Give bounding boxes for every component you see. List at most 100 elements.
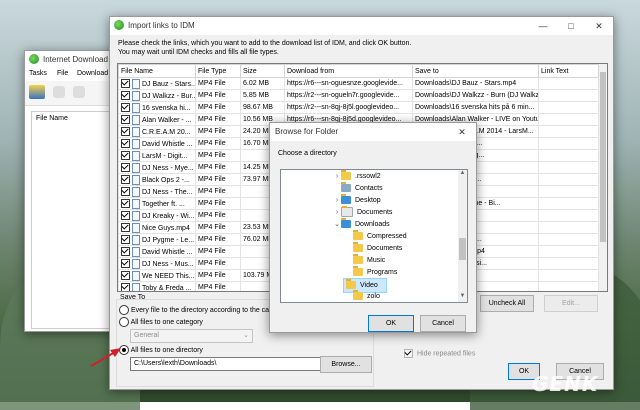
cell-text: 6.02 MB [243,80,270,87]
column-header-file-type[interactable]: File Type [195,64,241,78]
folder-tree-item-label: Downloads [355,221,390,228]
link-row[interactable]: 16 svenska hi... MP4 File 98.67 MB https://… [118,101,599,114]
size-cell: 98.67 MB [240,101,285,114]
row-checkbox[interactable] [121,91,130,100]
uncheck-all-button[interactable]: Uncheck All [480,295,534,312]
cell-text: Together ft. ... [142,200,185,208]
file-type-cell: MP4 File [195,113,241,126]
row-checkbox[interactable] [121,115,130,124]
directory-input[interactable]: C:\Users\lexth\Downloads\ [130,357,321,371]
row-checkbox[interactable] [121,211,130,220]
close-icon[interactable]: ✕ [448,123,476,141]
category-radio-icon[interactable] [119,317,129,327]
link-text-cell [538,281,599,291]
import-dialog-title: Import links to IDM [128,21,195,30]
scroll-down-arrow-icon[interactable]: ▼ [458,293,467,302]
column-header-download-from[interactable]: Download from [284,64,413,78]
every-file-radio-icon[interactable] [119,305,129,315]
link-text-cell [538,257,599,270]
file-type-cell: MP4 File [195,209,241,222]
file-icon [132,78,140,89]
minimize-icon[interactable]: — [529,17,557,35]
downloads-icon [341,218,351,229]
menu-download[interactable]: Download [77,70,108,77]
folder-tree-item-label: Contacts [355,185,383,192]
link-row[interactable]: DJ Walkzz - Bur... MP4 File 5.85 MB https:/… [118,89,599,102]
option-category-radio[interactable]: All files to one category [119,317,203,327]
row-checkbox[interactable] [121,199,130,208]
option-directory-radio[interactable]: All files to one directory [119,345,203,355]
row-checkbox[interactable] [121,175,130,184]
file-name-cell: DJ Bauz - Stars... [118,77,196,90]
row-checkbox[interactable] [121,247,130,256]
row-checkbox[interactable] [121,151,130,160]
file-icon [132,150,140,161]
contacts-icon [341,182,351,193]
cell-text: MP4 File [198,116,226,123]
cell-text: DJ Ness - The... [142,188,193,196]
links-list-scrollbar[interactable] [599,64,607,291]
browse-button[interactable]: Browse... [320,356,372,373]
row-checkbox[interactable] [121,259,130,268]
option-every-file-radio[interactable]: Every file to the directory according to… [119,305,271,315]
cell-text: https://r6---sn-oguesnze.googlevide... [287,80,403,87]
menu-file[interactable]: File [57,70,68,77]
stop-icon[interactable] [73,86,85,98]
file-type-cell: MP4 File [195,197,241,210]
links-list-scroll-thumb[interactable] [600,72,606,242]
add-url-icon[interactable] [29,85,45,99]
link-row[interactable]: DJ Bauz - Stars... MP4 File 6.02 MB https:/… [118,77,599,90]
folder-tree-item-label: Programs [367,269,398,276]
maximize-icon[interactable]: □ [557,17,585,35]
file-type-cell: MP4 File [195,149,241,162]
row-checkbox[interactable] [121,103,130,112]
size-cell: 5.85 MB [240,89,285,102]
browse-cancel-button[interactable]: Cancel [420,315,466,332]
option-directory-label: All files to one directory [130,346,203,354]
folder-tree-item-label: Documents [367,245,403,252]
row-checkbox[interactable] [121,223,130,232]
close-icon[interactable]: ✕ [585,17,613,35]
cell-text: MP4 File [198,176,226,183]
cell-text: Downloads\DJ Walkzz - Burn (DJ Walkzz R.… [415,92,538,99]
column-header-file-name[interactable]: File Name [118,64,196,78]
download-from-cell: https://r2---sn-ogueln7r.googlevide... [284,89,413,102]
hide-repeated-checkbox[interactable]: Hide repeated files [404,349,475,358]
idm-app-icon [29,54,39,64]
link-text-cell [538,161,599,174]
link-text-cell [538,221,599,234]
folder-tree-scroll-thumb[interactable] [459,238,466,260]
folder-tree-item-label: .rssowl2 [355,173,381,180]
folder-tree-scrollbar[interactable]: ▲ ▼ [458,170,467,302]
idm-app-icon [114,20,124,30]
row-checkbox[interactable] [121,163,130,172]
file-name-cell: Toby & Freda ... [118,281,196,291]
file-type-cell: MP4 File [195,221,241,234]
file-type-cell: MP4 File [195,257,241,270]
row-checkbox[interactable] [121,187,130,196]
edit-button[interactable]: Edit... [544,295,598,312]
row-checkbox[interactable] [121,271,130,280]
file-name-column-header[interactable]: File Name [36,115,68,122]
column-header-size[interactable]: Size [240,64,285,78]
file-type-cell: MP4 File [195,245,241,258]
scroll-up-arrow-icon[interactable]: ▲ [458,170,467,179]
file-name-cell: David Whistle ... [118,137,196,150]
browse-ok-button[interactable]: OK [368,315,414,332]
cell-text: MP4 File [198,92,226,99]
column-header-save-to[interactable]: Save to [412,64,539,78]
row-checkbox[interactable] [121,127,130,136]
row-checkbox[interactable] [121,235,130,244]
folder-tree[interactable]: ▲ ▼ › .rssowl2 Contacts › Desktop › Documents ⌄… [280,169,468,303]
category-select[interactable]: General ⌄ [130,329,253,343]
link-text-cell [538,197,599,210]
column-header-link-text[interactable]: Link Text [538,64,599,78]
menu-tasks[interactable]: Tasks [29,70,47,77]
row-checkbox[interactable] [121,283,130,291]
row-checkbox[interactable] [121,79,130,88]
row-checkbox[interactable] [121,139,130,148]
folder-tree-item[interactable]: zolo [281,290,380,302]
resume-icon[interactable] [53,86,65,98]
hide-repeated-check-icon[interactable] [404,349,413,358]
cell-text: Black Ops 2 -... [142,176,190,184]
